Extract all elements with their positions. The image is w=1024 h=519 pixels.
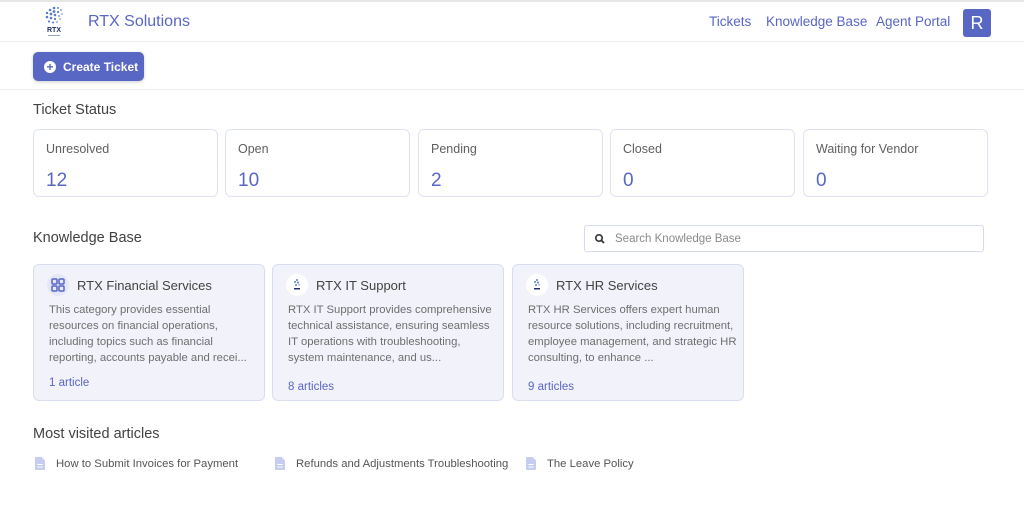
kb-category-title: RTX Financial Services — [77, 278, 212, 293]
search-knowledge-base[interactable] — [584, 225, 984, 252]
plus-circle-icon: + — [44, 60, 56, 73]
nav-tickets[interactable]: Tickets — [709, 14, 751, 29]
create-ticket-button[interactable]: + Create Ticket — [33, 52, 144, 81]
article-title: How to Submit Invoices for Payment — [56, 457, 239, 470]
kb-article-count[interactable]: 8 articles — [288, 381, 334, 393]
stat-value: 10 — [238, 170, 260, 191]
grid-icon — [47, 274, 69, 296]
kb-article-count[interactable]: 1 article — [49, 377, 89, 389]
article-title: The Leave Policy — [547, 457, 634, 470]
kb-category-description: RTX HR Services offers expert human reso… — [528, 304, 737, 364]
user-avatar[interactable]: R — [963, 9, 991, 37]
search-input[interactable] — [615, 229, 975, 249]
rtx-logo-icon — [526, 274, 548, 296]
kb-category-description: RTX IT Support provides comprehensive te… — [288, 304, 492, 364]
nav-knowledge-base[interactable]: Knowledge Base — [766, 14, 867, 29]
knowledge-base-heading: Knowledge Base — [33, 230, 142, 246]
most-visited-article[interactable]: How to Submit Invoices for Payment — [35, 457, 238, 470]
stat-value: 12 — [46, 170, 68, 191]
stat-card-pending[interactable]: Pending 2 — [418, 129, 603, 197]
svg-text:RTX: RTX — [47, 27, 61, 34]
kb-category-it-support[interactable]: RTX IT Support RTX IT Support provides c… — [272, 264, 504, 401]
create-ticket-label: Create Ticket — [63, 59, 139, 74]
stat-value: 0 — [816, 170, 827, 191]
stat-card-waiting-for-vendor[interactable]: Waiting for Vendor 0 — [803, 129, 988, 197]
document-icon — [35, 457, 45, 470]
nav-agent-portal[interactable]: Agent Portal — [876, 14, 950, 29]
stat-label: Unresolved — [46, 142, 110, 156]
kb-category-description: This category provides essential resourc… — [49, 304, 247, 364]
document-icon — [526, 457, 536, 470]
top-navbar: RTX RTX Solutions Tickets Knowledge Base… — [0, 2, 1024, 42]
stat-label: Open — [238, 142, 269, 156]
kb-category-hr-services[interactable]: RTX HR Services RTX HR Services offers e… — [512, 264, 744, 401]
brand-name[interactable]: RTX Solutions — [88, 13, 190, 31]
most-visited-article[interactable]: The Leave Policy — [526, 457, 634, 470]
stat-label: Pending — [431, 142, 477, 156]
rtx-logo-icon — [286, 274, 308, 296]
stat-label: Waiting for Vendor — [816, 142, 919, 156]
kb-article-count[interactable]: 9 articles — [528, 381, 574, 393]
stat-value: 0 — [623, 170, 634, 191]
stat-value: 2 — [431, 170, 442, 191]
kb-category-title: RTX HR Services — [556, 278, 658, 293]
search-icon — [594, 232, 606, 244]
stat-card-closed[interactable]: Closed 0 — [610, 129, 795, 197]
kb-category-financial-services[interactable]: RTX Financial Services This category pro… — [33, 264, 265, 401]
rtx-logo-icon[interactable]: RTX — [42, 4, 66, 38]
toolbar: + Create Ticket — [0, 43, 1024, 90]
kb-category-title: RTX IT Support — [316, 278, 406, 293]
stat-label: Closed — [623, 142, 662, 156]
stat-card-open[interactable]: Open 10 — [225, 129, 410, 197]
stat-card-unresolved[interactable]: Unresolved 12 — [33, 129, 218, 197]
most-visited-article[interactable]: Refunds and Adjustments Troubleshooting — [275, 457, 508, 470]
ticket-status-heading: Ticket Status — [33, 102, 117, 118]
article-title: Refunds and Adjustments Troubleshooting — [296, 457, 509, 470]
most-visited-heading: Most visited articles — [33, 426, 160, 442]
document-icon — [275, 457, 285, 470]
